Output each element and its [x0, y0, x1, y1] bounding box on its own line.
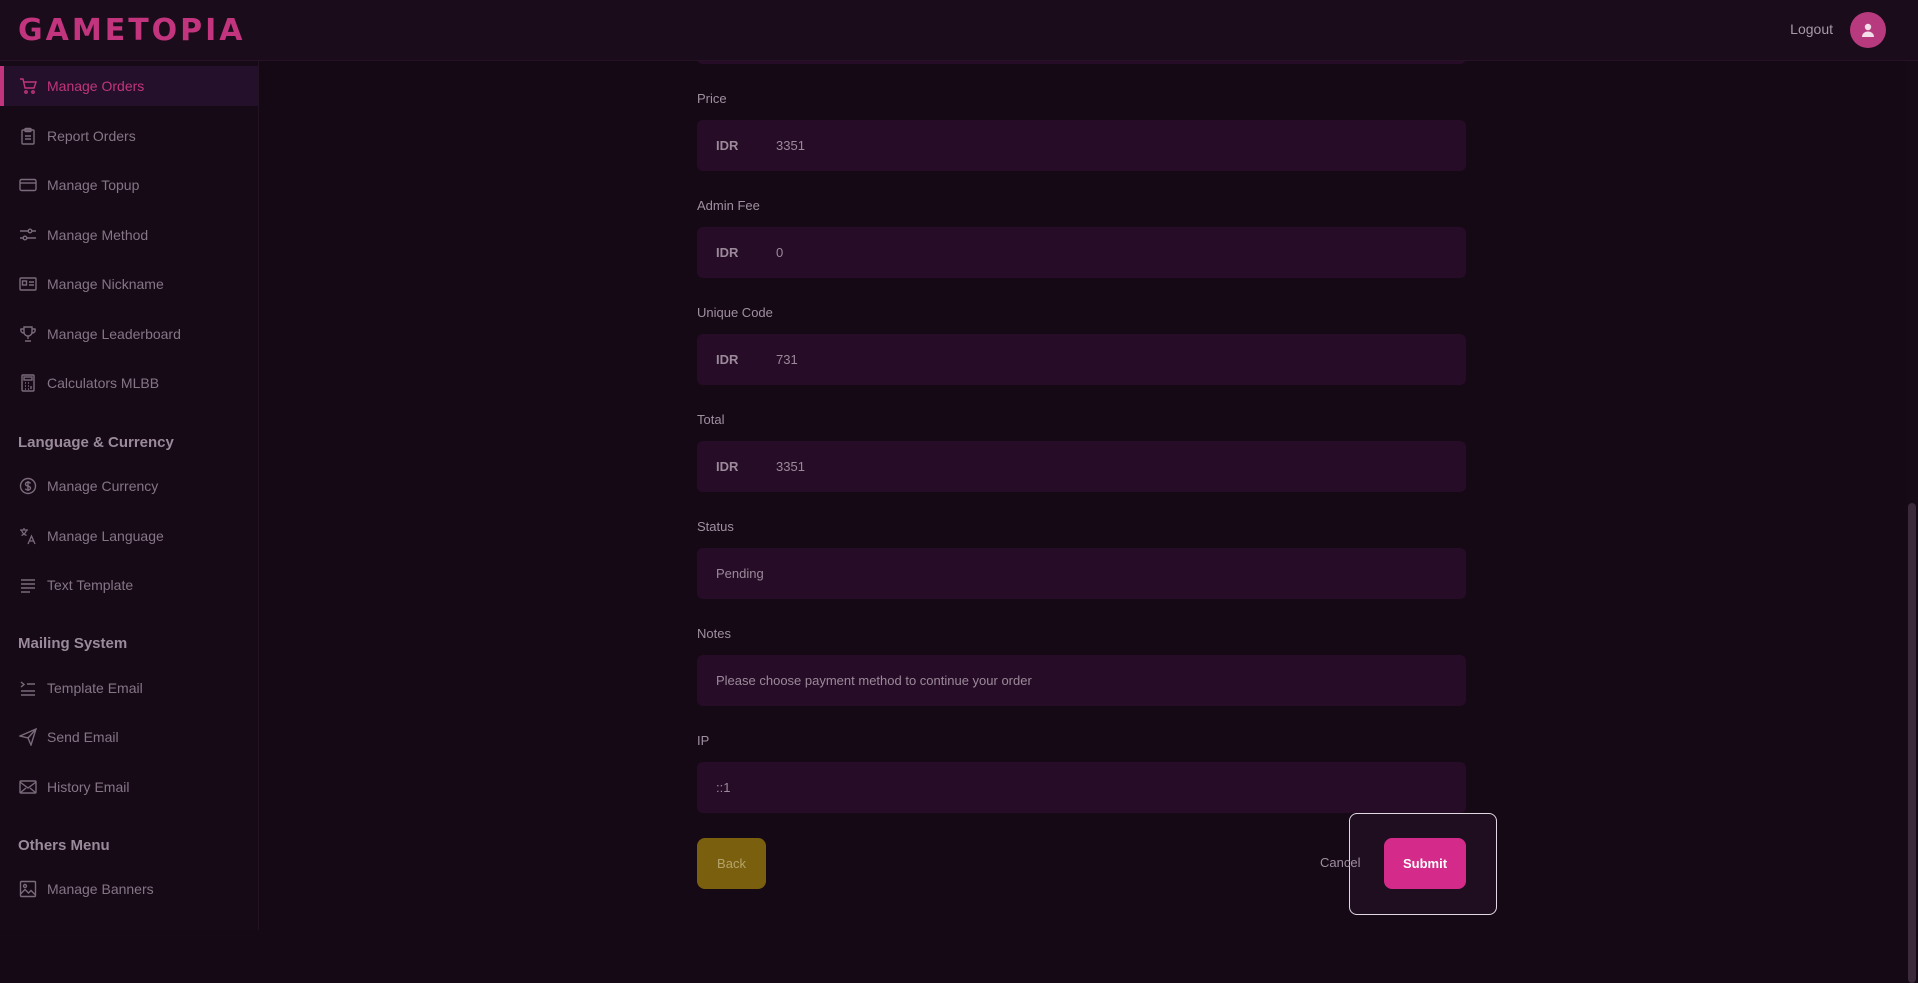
status-label: Status [697, 519, 734, 534]
id-card-icon [18, 274, 38, 294]
admin-fee-currency-prefix: IDR [716, 245, 739, 260]
notes-label: Notes [697, 626, 731, 641]
sidebar-item-history-email[interactable]: History Email [0, 767, 258, 807]
mail-icon [18, 777, 38, 797]
admin-fee-value: 0 [776, 245, 784, 260]
sidebar-item-manage-leaderboard[interactable]: Manage Leaderboard [0, 314, 258, 354]
sidebar-item-label: History Email [47, 779, 130, 795]
admin-fee-input[interactable]: IDR 0 [697, 227, 1466, 278]
sidebar-item-manage-orders[interactable]: Manage Orders [0, 66, 258, 106]
sidebar-item-manage-currency[interactable]: Manage Currency [0, 466, 258, 506]
notes-value: Please choose payment method to continue… [716, 673, 1032, 688]
dollar-icon [18, 476, 38, 496]
sidebar-item-manage-method[interactable]: Manage Method [0, 215, 258, 255]
cart-icon [18, 76, 38, 96]
sidebar-item-label: Manage Leaderboard [47, 326, 181, 342]
sidebar-item-label: Text Template [47, 577, 134, 593]
sidebar-item-label: Manage Method [47, 227, 149, 243]
sidebar-item-calculators-mlbb[interactable]: Calculators MLBB [0, 363, 258, 403]
total-input[interactable]: IDR 3351 [697, 441, 1466, 492]
sidebar-item-manage-nickname[interactable]: Manage Nickname [0, 264, 258, 304]
calculator-icon [18, 373, 38, 393]
sidebar-item-template-email[interactable]: Template Email [0, 668, 258, 708]
ip-input[interactable]: ::1 [697, 762, 1466, 813]
unique-code-currency-prefix: IDR [716, 352, 739, 367]
sidebar-item-text-template[interactable]: Text Template [0, 565, 258, 605]
sidebar: Manage Orders Report Orders Manage Topup… [0, 60, 259, 930]
total-value: 3351 [776, 459, 805, 474]
notes-input[interactable]: Please choose payment method to continue… [697, 655, 1466, 706]
submit-button[interactable]: Submit [1384, 838, 1466, 889]
translate-icon [18, 526, 38, 546]
ip-label: IP [697, 733, 710, 748]
sidebar-item-label: Manage Currency [47, 478, 159, 494]
top-bar: GAMETOPIA Logout [0, 0, 1918, 61]
section-title-others-menu: Others Menu [18, 837, 110, 854]
total-currency-prefix: IDR [716, 459, 739, 474]
page-scrollbar[interactable] [1906, 60, 1918, 983]
sidebar-item-label: Manage Language [47, 528, 164, 544]
sidebar-item-label: Send Email [47, 729, 119, 745]
clipboard-icon [18, 126, 38, 146]
list-indent-icon [18, 678, 38, 698]
section-title-language-currency: Language & Currency [18, 434, 174, 451]
sidebar-item-label: Calculators MLBB [47, 375, 160, 391]
price-input[interactable]: IDR 3351 [697, 120, 1466, 171]
price-label: Price [697, 91, 727, 106]
unique-code-value: 731 [776, 352, 798, 367]
admin-fee-label: Admin Fee [697, 198, 760, 213]
status-select[interactable]: Pending [697, 548, 1466, 599]
sidebar-item-report-orders[interactable]: Report Orders [0, 116, 258, 156]
sidebar-item-label: Report Orders [47, 128, 136, 144]
price-currency-prefix: IDR [716, 138, 739, 153]
sidebar-item-label: Manage Topup [47, 177, 140, 193]
sidebar-item-label: Manage Orders [47, 78, 145, 94]
sidebar-item-manage-language[interactable]: Manage Language [0, 516, 258, 556]
total-label: Total [697, 412, 725, 427]
sidebar-item-manage-banners[interactable]: Manage Banners [0, 869, 258, 909]
scrollbar-thumb[interactable] [1908, 503, 1916, 983]
send-icon [18, 727, 38, 747]
logout-link[interactable]: Logout [1790, 21, 1833, 37]
card-icon [18, 175, 38, 195]
user-icon [1862, 23, 1874, 37]
price-value: 3351 [776, 138, 805, 153]
sidebar-item-label: Manage Banners [47, 881, 154, 897]
sidebar-item-label: Template Email [47, 680, 143, 696]
sidebar-item-send-email[interactable]: Send Email [0, 717, 258, 757]
sidebar-item-manage-topup[interactable]: Manage Topup [0, 165, 258, 205]
unique-code-label: Unique Code [697, 305, 773, 320]
status-value: Pending [716, 566, 764, 581]
cancel-button[interactable]: Cancel [1320, 855, 1360, 870]
section-title-mailing-system: Mailing System [18, 635, 128, 652]
app-logo[interactable]: GAMETOPIA [18, 13, 246, 48]
ip-value: ::1 [716, 780, 731, 795]
text-lines-icon [18, 575, 38, 595]
image-icon [18, 879, 38, 899]
trophy-icon [18, 324, 38, 344]
sliders-icon [18, 225, 38, 245]
sidebar-item-label: Manage Nickname [47, 276, 164, 292]
unique-code-input[interactable]: IDR 731 [697, 334, 1466, 385]
back-button[interactable]: Back [697, 838, 766, 889]
user-avatar[interactable] [1850, 12, 1886, 48]
